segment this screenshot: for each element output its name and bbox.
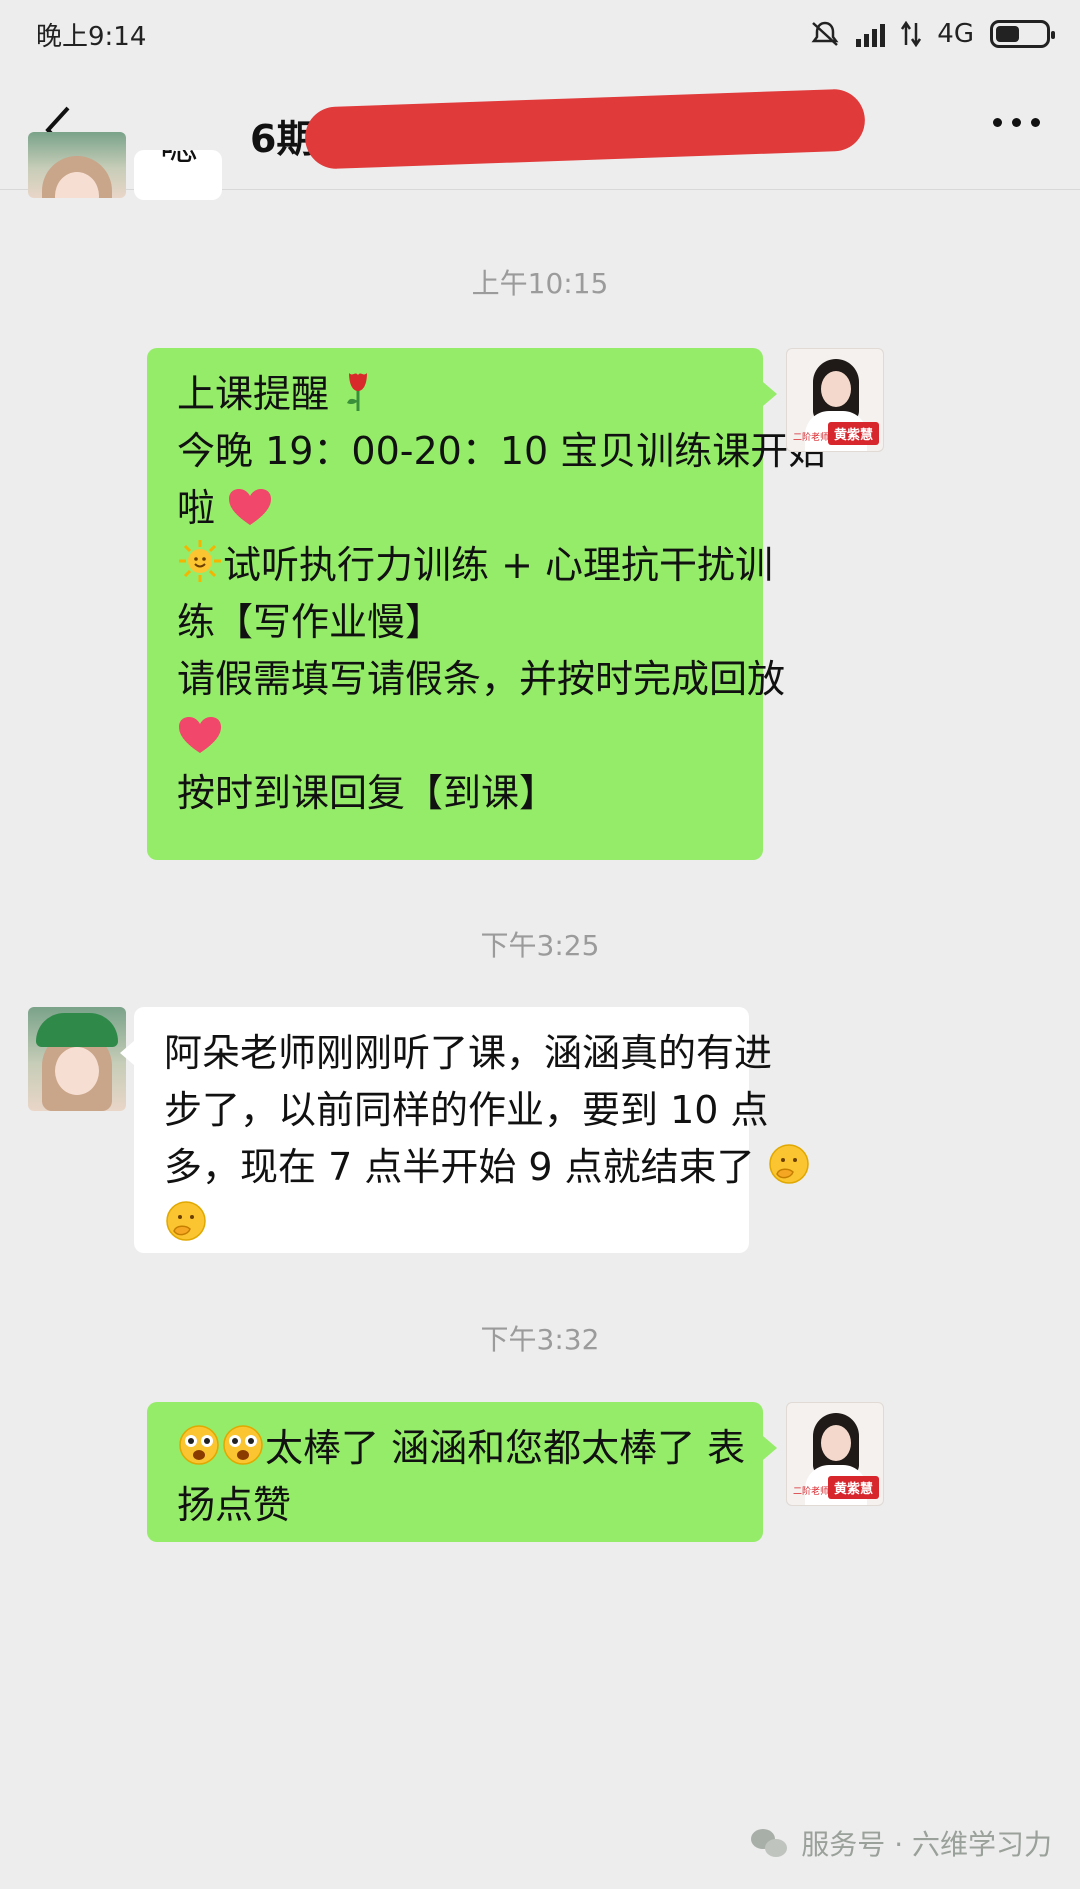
watermark-text: 服务号 · 六维学习力	[801, 1828, 1052, 1861]
thinking-face-icon	[166, 1201, 206, 1241]
message-line: 今晚 19：00-20：10 宝贝训练课开始	[177, 429, 827, 473]
star-eyes-icon	[223, 1425, 263, 1465]
redaction-mark	[304, 88, 866, 170]
avatar[interactable]: 二阶老师 黄紫慧	[786, 348, 884, 452]
timestamp: 下午3:25	[480, 929, 600, 962]
message-line: 啦	[177, 480, 733, 537]
message-line: 试听执行力训练 + 心理抗干扰训	[177, 537, 773, 594]
message-bubble[interactable]: 太棒了 涵涵和您都太棒了 表 扬点赞	[147, 1402, 777, 1542]
message-line: 请假需填写请假条，并按时完成回放	[177, 657, 786, 701]
avatar[interactable]: 二阶老师 黄紫慧	[786, 1402, 884, 1506]
rose-icon	[347, 373, 368, 411]
message-text: 嗯	[160, 150, 198, 166]
wechat-icon	[751, 1827, 789, 1859]
message-line: 按时到课回复【到课】	[177, 771, 558, 815]
star-eyes-icon	[179, 1425, 219, 1465]
timestamp: 上午10:15	[471, 267, 609, 300]
heart-icon	[179, 717, 221, 753]
message-line: 多，现在 7 点半开始 9 点就结束了	[164, 1139, 809, 1196]
data-arrows-icon	[901, 21, 922, 47]
sun-icon	[179, 540, 221, 582]
message-line: 练【写作业慢】	[177, 600, 444, 644]
message-line: 步了，以前同样的作业，要到 10 点	[164, 1088, 769, 1132]
status-time: 晚上9:14	[36, 21, 147, 52]
avatar[interactable]	[28, 132, 126, 198]
status-bar: 晚上9:14 4G	[0, 0, 1080, 68]
watermark: 服务号 · 六维学习力	[751, 1823, 1052, 1863]
message-line	[177, 708, 733, 765]
message-line	[164, 1196, 719, 1253]
timestamp: 下午3:32	[480, 1323, 600, 1356]
status-icons: 4G	[810, 19, 1055, 49]
message-bubble[interactable]: 嗯	[134, 150, 222, 200]
mute-icon	[811, 21, 839, 46]
message-bubble[interactable]: 阿朵老师刚刚听了课，涵涵真的有进 步了，以前同样的作业，要到 10 点 多，现在…	[120, 1007, 809, 1253]
network-label: 4G	[937, 19, 974, 49]
battery-icon	[990, 20, 1055, 48]
message-line: 扬点赞	[177, 1483, 292, 1527]
avatar[interactable]	[28, 1007, 126, 1111]
heart-icon	[229, 489, 272, 525]
message-line: 太棒了 涵涵和您都太棒了 表	[177, 1420, 745, 1477]
thinking-face-icon	[769, 1144, 809, 1184]
more-icon[interactable]	[993, 118, 1040, 127]
message-line: 阿朵老师刚刚听了课，涵涵真的有进	[164, 1031, 773, 1075]
message-line: 上课提醒	[177, 366, 733, 423]
signal-icon	[856, 21, 886, 47]
message-bubble[interactable]: 上课提醒 今晚 19：00-20：10 宝贝训练课开始 啦 试听执行力训练 + …	[147, 348, 827, 860]
